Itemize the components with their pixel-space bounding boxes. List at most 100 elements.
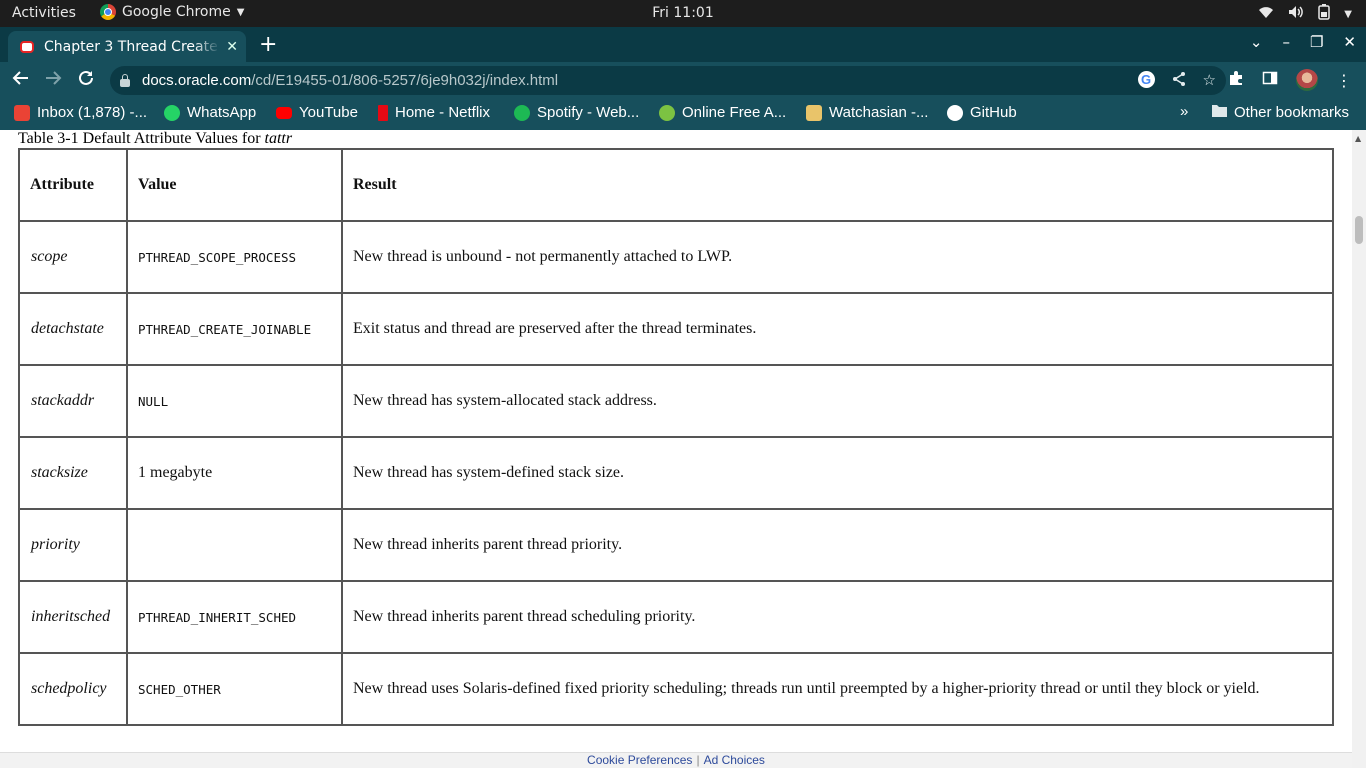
table-header-row: Attribute Value Result [18, 148, 1334, 222]
vertical-scrollbar[interactable]: ▲ [1352, 130, 1366, 768]
table-row: stackaddr NULL New thread has system-alloc… [18, 364, 1334, 438]
table-row: priority New thread inherits parent threa… [18, 508, 1334, 582]
minimize-button[interactable]: – [1282, 33, 1290, 51]
wifi-icon [1258, 5, 1274, 23]
cell-attribute: inheritsched [18, 580, 128, 654]
table-caption: Table 3-1 Default Attribute Values for t… [18, 130, 292, 148]
cell-attribute: stacksize [18, 436, 128, 510]
cell-attribute: stackaddr [18, 364, 128, 438]
extensions-area: ⋮ [1228, 69, 1352, 91]
bookmarks-bar: Inbox (1,878) -... WhatsApp YouTube Home… [0, 98, 1366, 130]
tab-active[interactable]: Chapter 3 Thread Create Attributes ✕ [8, 31, 246, 62]
bookmark-whatsapp[interactable]: WhatsApp [164, 104, 256, 121]
other-bookmarks[interactable]: Other bookmarks [1212, 104, 1349, 121]
new-tab-button[interactable]: + [259, 32, 277, 57]
extensions-puzzle-icon[interactable] [1228, 70, 1244, 90]
bookmark-label: YouTube [299, 104, 358, 121]
volume-icon [1288, 5, 1304, 23]
tab-search-icon[interactable]: ⌄ [1250, 33, 1263, 51]
profile-avatar[interactable] [1296, 69, 1318, 91]
youtube-icon [276, 106, 292, 119]
url-host: docs.oracle.com [142, 72, 252, 89]
oracle-favicon-icon [20, 40, 34, 53]
tab-strip: Chapter 3 Thread Create Attributes ✕ + ⌄… [0, 27, 1366, 62]
bookmark-online-free[interactable]: Online Free A... [659, 104, 786, 121]
caption-text: Table 3-1 Default Attribute Values for [18, 130, 265, 147]
bookmarks-overflow-chevron-icon[interactable]: » [1180, 103, 1188, 120]
window-controls: ⌄ – ❐ ✕ [1250, 33, 1356, 51]
bookmark-label: WhatsApp [187, 104, 257, 121]
netflix-icon [378, 104, 388, 121]
scroll-up-arrow-icon[interactable]: ▲ [1355, 134, 1361, 143]
bookmark-label: Spotify - Web... [537, 104, 640, 121]
address-bar[interactable]: docs.oracle.com/cd/E19455-01/806-5257/6j… [110, 66, 1226, 95]
header-result: Result [341, 148, 1334, 222]
folder-icon [1212, 104, 1227, 121]
maximize-button[interactable]: ❐ [1310, 33, 1323, 51]
gmail-icon [14, 104, 30, 121]
cell-value: PTHREAD_CREATE_JOINABLE [126, 292, 343, 366]
back-arrow-icon[interactable] [12, 69, 30, 92]
close-window-button[interactable]: ✕ [1343, 33, 1356, 51]
system-tray[interactable]: ▼ [1258, 4, 1352, 24]
bookmark-label: Inbox (1,878) -... [37, 104, 148, 121]
scrollbar-thumb[interactable] [1355, 216, 1363, 244]
table-row: scope PTHREAD_SCOPE_PROCESS New thread is … [18, 220, 1334, 294]
system-top-bar: Activities Google Chrome ▼ Fri 11:01 ▼ [0, 0, 1366, 27]
browser-toolbar: docs.oracle.com/cd/E19455-01/806-5257/6j… [0, 62, 1366, 98]
whatsapp-icon [164, 104, 180, 121]
github-icon [947, 104, 963, 121]
bookmark-gmail[interactable]: Inbox (1,878) -... [14, 104, 147, 121]
cell-result: Exit status and thread are preserved aft… [341, 292, 1334, 366]
cell-attribute: schedpolicy [18, 652, 128, 726]
cell-value [126, 508, 343, 582]
bookmark-watchasian[interactable]: Watchasian -... [806, 104, 928, 121]
other-bookmarks-label: Other bookmarks [1234, 104, 1350, 121]
cell-result: New thread inherits parent thread priori… [341, 508, 1334, 582]
more-menu-icon[interactable]: ⋮ [1336, 71, 1352, 90]
lock-icon[interactable] [120, 73, 130, 87]
cell-result: New thread inherits parent thread schedu… [341, 580, 1334, 654]
cell-value: PTHREAD_INHERIT_SCHED [126, 580, 343, 654]
play-icon [659, 104, 675, 121]
caret-down-icon: ▼ [1344, 8, 1352, 20]
bookmark-netflix[interactable]: Home - Netflix [378, 104, 490, 121]
caption-variable: tattr [264, 130, 293, 147]
bookmark-label: Online Free A... [682, 104, 787, 121]
table-row: schedpolicy SCHED_OTHER New thread uses So… [18, 652, 1334, 726]
share-icon[interactable] [1171, 71, 1187, 91]
google-lens-icon[interactable]: G [1137, 71, 1155, 88]
forward-arrow-icon[interactable] [44, 69, 62, 92]
watchasian-icon [806, 104, 822, 121]
clock[interactable]: Fri 11:01 [0, 5, 1366, 21]
close-tab-icon[interactable]: ✕ [226, 39, 238, 55]
cell-value: NULL [126, 364, 343, 438]
cookie-preferences-link[interactable]: Cookie Preferences [587, 753, 692, 767]
cell-value: 1 megabyte [126, 436, 343, 510]
cell-value: PTHREAD_SCOPE_PROCESS [126, 220, 343, 294]
side-panel-icon[interactable] [1262, 70, 1278, 90]
cell-result: New thread uses Solaris-defined fixed pr… [341, 652, 1334, 726]
cell-attribute: scope [18, 220, 128, 294]
bookmark-youtube[interactable]: YouTube [276, 104, 358, 121]
table-row: inheritsched PTHREAD_INHERIT_SCHED New thr… [18, 580, 1334, 654]
bookmark-label: GitHub [970, 104, 1017, 121]
footer-separator: | [696, 753, 700, 767]
cell-value: SCHED_OTHER [126, 652, 343, 726]
table-row: stacksize 1 megabyte New thread has system… [18, 436, 1334, 510]
bookmark-label: Home - Netflix [395, 104, 491, 121]
omnibox-actions: G ☆ [1137, 71, 1216, 91]
url-path: /cd/E19455-01/806-5257/6je9h032j/index.h… [251, 72, 559, 89]
ad-choices-link[interactable]: Ad Choices [704, 753, 765, 767]
url-text[interactable]: docs.oracle.com/cd/E19455-01/806-5257/6j… [142, 72, 558, 89]
reload-icon[interactable] [77, 69, 95, 92]
bookmark-github[interactable]: GitHub [947, 104, 1017, 121]
bookmark-star-icon[interactable]: ☆ [1203, 71, 1216, 91]
cell-result: New thread has system-defined stack size… [341, 436, 1334, 510]
spotify-icon [514, 104, 530, 121]
page-footer: Cookie Preferences | Ad Choices [0, 752, 1352, 768]
bookmark-spotify[interactable]: Spotify - Web... [514, 104, 639, 121]
tab-title: Chapter 3 Thread Create Attributes [44, 38, 220, 55]
header-value: Value [126, 148, 343, 222]
default-attribute-values-table: Attribute Value Result scope PTHREAD_SCOP… [18, 148, 1334, 726]
